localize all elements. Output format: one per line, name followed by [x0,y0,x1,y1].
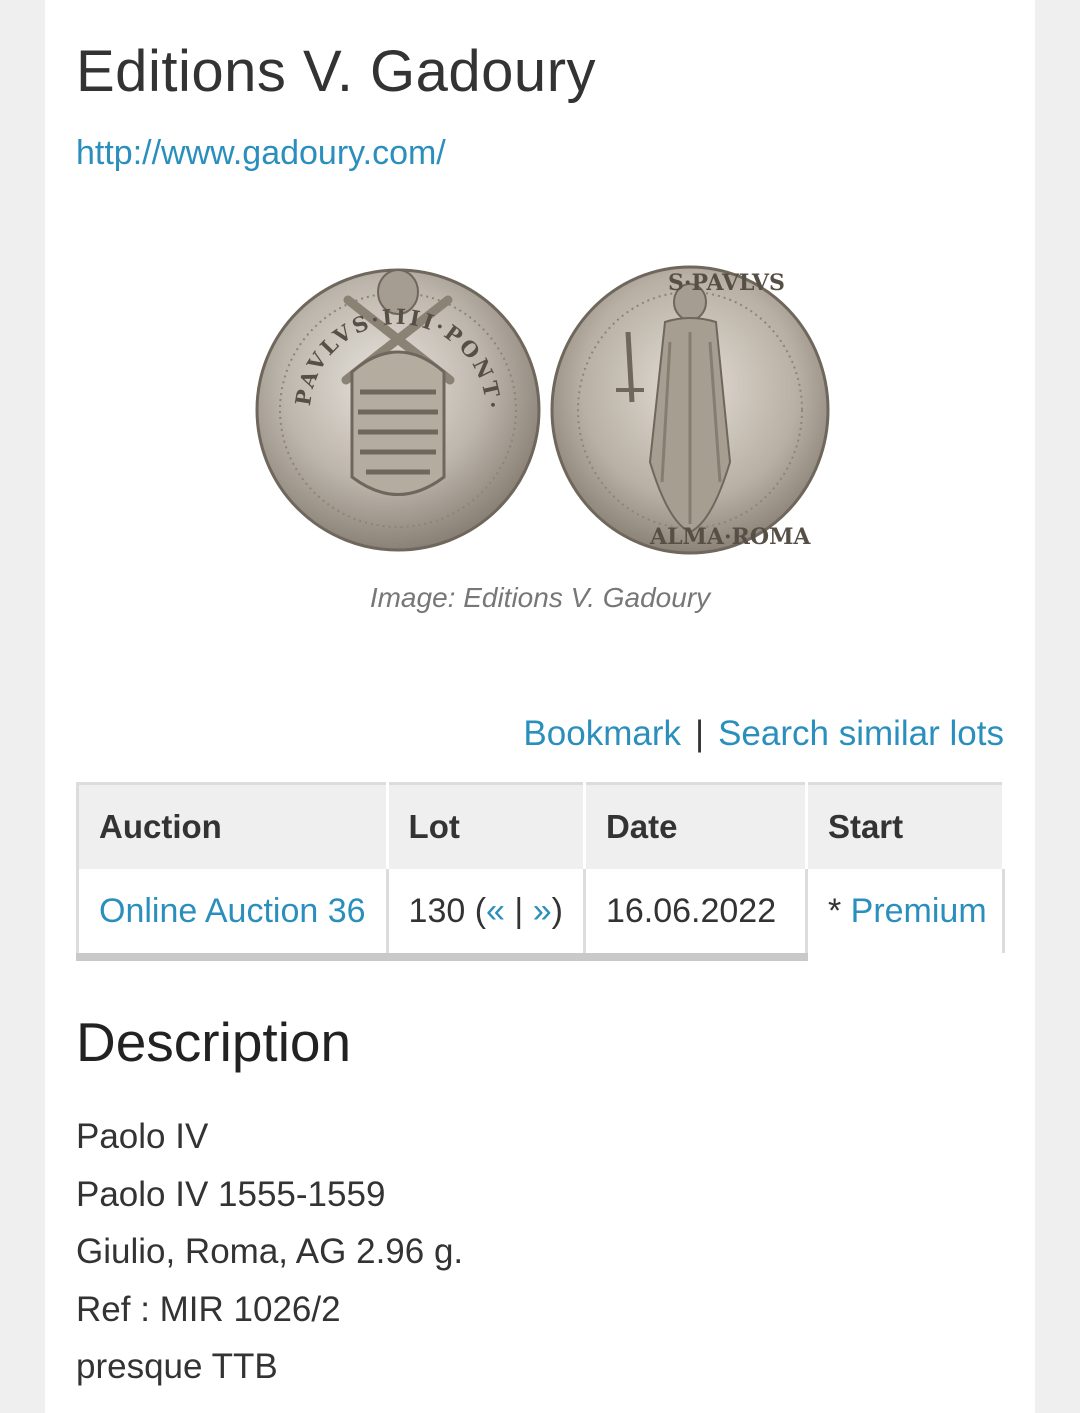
description-heading: Description [76,1011,352,1073]
description-line: Ref : MIR 1026/2 [76,1289,341,1329]
column-header-lot: Lot [387,783,586,869]
coin-reverse: ALMA·ROMA S·PAVLVS [550,265,830,555]
lot-cell: 130 (« | ») [387,869,586,961]
svg-text:S·PAVLVS: S·PAVLVS [668,270,785,296]
lot-card: Editions V. Gadoury http://www.gadoury.c… [45,0,1035,1413]
premium-link[interactable]: Premium [851,892,987,930]
table-header-row: Auction Lot Date Start [77,783,1006,869]
image-caption: Image: Editions V. Gadoury [369,582,711,613]
lot-paren-open: ( [465,891,487,930]
auction-cell: Online Auction 36 [77,869,389,961]
start-cell: * Premium [806,869,1004,961]
lot-actions: Bookmark | Search similar lots [523,714,1004,754]
description-line: Paolo IV 1555-1559 [76,1174,386,1214]
search-similar-lots-link[interactable]: Search similar lots [718,714,1004,753]
bookmark-link[interactable]: Bookmark [523,714,681,753]
description-line: Giulio, Roma, AG 2.96 g. [76,1232,464,1271]
next-lot-link[interactable]: » [533,892,552,930]
actions-separator: | [694,714,705,753]
previous-lot-link[interactable]: « [486,892,505,930]
lot-paren-close: ) [551,891,563,930]
column-header-date: Date [584,783,808,869]
auction-house-website-link[interactable]: http://www.gadoury.com/ [76,134,446,173]
page-title: Editions V. Gadoury [76,39,597,104]
lot-info-table: Auction Lot Date Start Online Auction 36… [76,782,1006,961]
coin-obverse: PAVLVS·IIII·PONT·M·ANO·II [237,242,541,552]
column-header-auction: Auction [77,783,389,869]
description-line: Paolo IV [76,1117,209,1156]
table-row: Online Auction 36 130 (« | ») 16.06.2022… [77,869,1004,961]
auction-link[interactable]: Online Auction 36 [99,892,366,930]
date-cell: 16.06.2022 [584,869,808,961]
description-text: Paolo IV Paolo IV 1555-1559 Giulio, Roma… [76,1108,463,1396]
description-line: presque TTB [76,1347,278,1386]
lot-nav-separator: | [504,891,533,930]
coin-photo-svg: PAVLVS·IIII·PONT·M·ANO·II ALMA·ROMA S·PA… [237,242,830,555]
coin-image[interactable]: PAVLVS·IIII·PONT·M·ANO·II ALMA·ROMA S·PA… [237,242,830,557]
svg-text:ALMA·ROMA: ALMA·ROMA [649,524,811,550]
lot-number: 130 [408,891,466,930]
start-prefix: * [827,891,851,930]
column-header-start: Start [806,783,1006,869]
